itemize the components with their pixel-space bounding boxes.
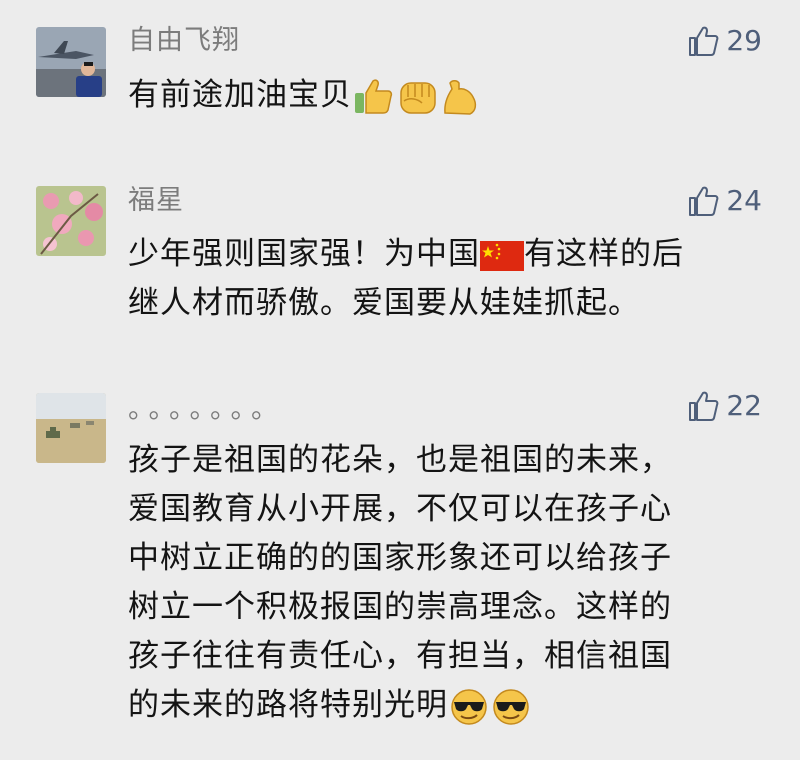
username[interactable]: 自由飞翔 <box>128 24 240 58</box>
thumbs-up-icon[interactable] <box>686 184 720 218</box>
sunglasses-face-icon <box>490 687 532 727</box>
flexed-biceps-icon <box>440 77 484 117</box>
comment-text-line: 中树立正确的的国家形象还可以给孩子 <box>128 540 672 576</box>
sunglasses-face-icon <box>448 687 490 727</box>
comment-text-line: 爱国教育从小开展，不仅可以在孩子心 <box>128 491 672 527</box>
thumbs-up-icon[interactable] <box>686 24 720 58</box>
thumbs-up-icon[interactable] <box>686 389 720 423</box>
like-count: 29 <box>726 24 762 57</box>
like-button[interactable]: 24 <box>686 184 762 218</box>
like-count: 22 <box>726 389 762 422</box>
comment-text: 有前途加油宝贝 <box>128 71 778 120</box>
username[interactable]: 福星 <box>128 184 184 218</box>
comment-text-line: 少年强则国家强！为中国 有这样的后 <box>128 230 778 279</box>
comment-text-segment: 的未来的路将特别光明 <box>128 687 448 723</box>
comment-text-line: 继人材而骄傲。爱国要从娃娃抓起。 <box>128 285 640 321</box>
fist-icon <box>396 77 440 117</box>
comment-text-line: 孩子是祖国的花朵，也是祖国的未来， <box>128 442 672 478</box>
comment-text-line: 的未来的路将特别光明 <box>128 681 778 730</box>
comment-text-line: 孩子往往有责任心，有担当，相信祖国 <box>128 638 672 674</box>
avatar[interactable] <box>36 393 106 463</box>
comment-text-segment: 有这样的后 <box>524 236 684 272</box>
comment-text: 少年强则国家强！为中国 有这样的后 继人材而骄傲。爱国要从娃娃抓起。 <box>128 230 778 328</box>
china-flag-icon <box>480 240 524 271</box>
avatar[interactable] <box>36 27 106 97</box>
avatar[interactable] <box>36 186 106 256</box>
comment-text-line: 有前途加油宝贝 <box>128 77 352 113</box>
comment-text-segment: 少年强则国家强！为中国 <box>128 236 480 272</box>
thumbs-up-icon <box>352 77 396 117</box>
username[interactable]: 。。。。。。。 <box>128 393 285 427</box>
like-button[interactable]: 29 <box>686 24 762 58</box>
like-button[interactable]: 22 <box>686 389 762 423</box>
comment-text-line: 树立一个积极报国的崇高理念。这样的 <box>128 589 672 625</box>
like-count: 24 <box>726 184 762 217</box>
comment-text: 孩子是祖国的花朵，也是祖国的未来， 爱国教育从小开展，不仅可以在孩子心 中树立正… <box>128 436 778 730</box>
